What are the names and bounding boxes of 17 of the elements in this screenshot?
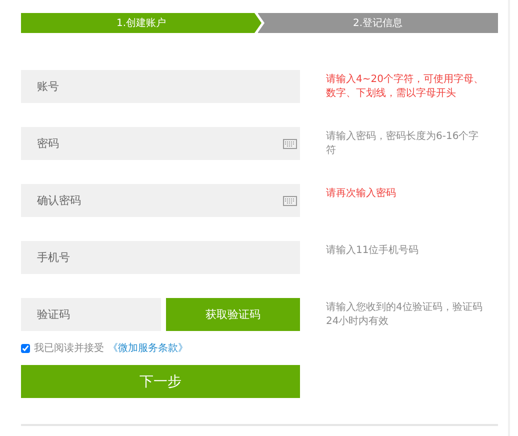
keyboard-icon[interactable] [283, 196, 297, 206]
next-button[interactable]: 下一步 [21, 365, 300, 398]
captcha-field[interactable]: 验证码 [21, 298, 161, 331]
field-hint: 请输入4~20个字符，可使用字母、数字、下划线，需以字母开头 [326, 72, 484, 101]
terms-link[interactable]: 《微加服务条款》 [108, 341, 188, 355]
input-field[interactable]: 手机号 [21, 241, 300, 274]
field-hint: 请输入您收到的4位验证码，验证码24小时内有效 [326, 300, 484, 329]
input-field[interactable]: 密码 [21, 127, 300, 160]
agree-checkbox[interactable] [21, 344, 30, 352]
input-field[interactable]: 账号 [21, 70, 300, 103]
keyboard-icon[interactable] [283, 139, 297, 149]
field-hint: 请输入密码，密码长度为6-16个字符 [326, 130, 480, 158]
agreement-text: 我已阅读并接受 [34, 342, 104, 355]
field-hint: 请输入11位手机号码 [326, 244, 420, 258]
field-hint: 请再次输入密码 [326, 186, 397, 201]
input-field[interactable]: 确认密码 [21, 184, 300, 217]
get-code-button[interactable]: 获取验证码 [166, 298, 300, 331]
